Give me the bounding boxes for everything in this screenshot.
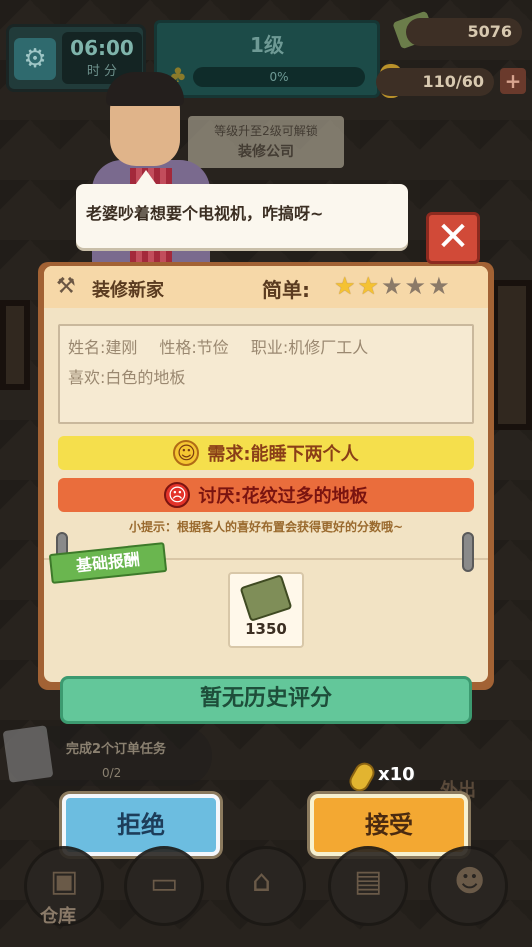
unlock-note: 等级升至2级可解锁 装修公司 <box>188 116 344 168</box>
person-icon: ☻ <box>454 864 486 899</box>
smile-face-icon: ☺ <box>173 440 200 466</box>
unlock-note-line2: 装修公司 <box>238 144 294 160</box>
corn-counter: 110/60 <box>376 68 494 96</box>
quest-text: 完成2个订单任务 <box>66 742 167 757</box>
reward-card: 1350 <box>228 572 304 648</box>
cash-icon <box>239 574 293 622</box>
character-hair <box>106 72 184 106</box>
customer-speech-bubble: 老婆吵着想要个电视机，咋搞呀~ <box>76 170 408 248</box>
settings-gear-icon[interactable]: ⚙ <box>14 38 56 80</box>
level-label: 1级 <box>250 33 284 57</box>
star-icon: ★ <box>381 272 403 300</box>
tip-text: 小提示：根据客人的喜好布置会获得更好的分数哦~ <box>128 520 404 534</box>
need-text: 需求:能睡下两个人 <box>207 444 359 465</box>
customer-likes: 喜欢:白色的地板 <box>68 368 186 387</box>
scroll-rod-right <box>462 532 474 572</box>
star-icon: ★ <box>334 272 356 300</box>
star-icon: ★ <box>357 272 380 300</box>
hate-bar: ☹ 讨厌:花纹过多的地板 <box>58 478 474 512</box>
accept-button[interactable]: 接受 <box>310 794 468 856</box>
corn-bonus-count: x10 <box>378 764 415 785</box>
star-icon: ★ <box>404 272 427 300</box>
difficulty-stars: ★ ★ ★ ★ ★ <box>334 272 450 300</box>
angry-face-icon: ☹ <box>164 482 191 508</box>
unlock-note-line1: 等级升至2级可解锁 <box>214 124 318 138</box>
task-title: 装修新家 <box>92 280 164 301</box>
customer-name: 姓名:建刚 <box>68 338 138 357</box>
tv-icon: ▤ <box>354 864 383 899</box>
nav-warehouse-label: 仓库 <box>40 906 76 927</box>
clock-time: 06:00 <box>70 36 134 60</box>
need-bar: ☺ 需求:能睡下两个人 <box>58 436 474 470</box>
level-progress-bar: 0% <box>193 67 365 87</box>
customer-info-box: 姓名:建刚 性格:节俭 职业:机修厂工人 喜欢:白色的地板 <box>58 324 474 424</box>
quest-progress: 0/2 <box>102 766 122 780</box>
money-counter: 5076 <box>406 18 522 46</box>
reject-button[interactable]: 拒绝 <box>62 794 220 856</box>
box-icon: ▣ <box>50 864 79 899</box>
shop-icon: ⌂ <box>252 864 272 899</box>
paint-roller-icon: ▭ <box>150 866 179 901</box>
customer-personality: 性格:节俭 <box>159 338 229 357</box>
close-button[interactable]: ✕ <box>426 212 480 264</box>
hate-text: 讨厌:花纹过多的地板 <box>198 486 368 507</box>
reward-amount: 1350 <box>245 620 287 638</box>
customer-job: 职业:机修厂工人 <box>250 338 369 357</box>
hammer-icon: ⚒ <box>56 274 76 299</box>
star-icon: ★ <box>428 272 450 300</box>
history-score-bar: 暂无历史评分 <box>60 676 472 724</box>
add-corn-button[interactable]: + <box>500 68 526 94</box>
clipboard-icon <box>2 725 54 783</box>
difficulty-label: 简单: <box>262 278 310 302</box>
